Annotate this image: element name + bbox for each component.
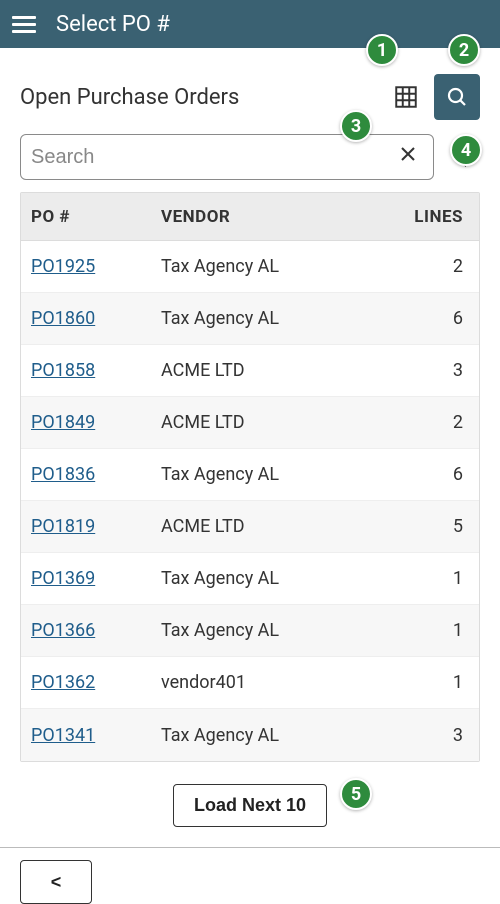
load-next-row: Load Next 10 5 <box>20 774 480 847</box>
clear-search-button[interactable] <box>393 139 423 175</box>
po-link[interactable]: PO1369 <box>31 568 95 589</box>
annotation-5: 5 <box>340 778 372 810</box>
content-area: Open Purchase Orders <box>0 48 500 847</box>
section-heading: Open Purchase Orders <box>20 85 239 110</box>
table-row: PO1858 ACME LTD3 <box>21 345 479 397</box>
table-header: PO # VENDOR LINES <box>21 193 479 241</box>
table-row: PO1366 Tax Agency AL1 <box>21 605 479 657</box>
search-box <box>20 134 434 180</box>
footer: < <box>0 847 500 904</box>
table-body: PO1925Tax Agency AL2PO1860Tax Agency AL6… <box>21 241 479 761</box>
lines-cell: 1 <box>389 568 479 589</box>
load-next-button[interactable]: Load Next 10 <box>173 784 327 827</box>
po-link[interactable]: PO1836 <box>31 464 95 485</box>
topbar: Select PO # <box>0 0 500 48</box>
lines-cell: 1 <box>389 620 479 641</box>
table-row: PO1819 ACME LTD5 <box>21 501 479 553</box>
grid-icon <box>393 84 419 110</box>
lines-cell: 6 <box>389 308 479 329</box>
vendor-cell: Tax Agency AL <box>151 308 389 329</box>
vendor-cell: ACME LTD <box>151 360 389 381</box>
table-row: PO1849 ACME LTD2 <box>21 397 479 449</box>
table-row: PO1341 Tax Agency AL3 <box>21 709 479 761</box>
vendor-cell: ACME LTD <box>151 412 389 433</box>
lines-cell: 3 <box>389 725 479 746</box>
po-link[interactable]: PO1860 <box>31 308 95 329</box>
lines-cell: 2 <box>389 256 479 277</box>
po-link[interactable]: PO1925 <box>31 256 95 277</box>
po-link[interactable]: PO1362 <box>31 672 95 693</box>
vendor-cell: ACME LTD <box>151 516 389 537</box>
vendor-cell: Tax Agency AL <box>151 568 389 589</box>
vendor-cell: Tax Agency AL <box>151 464 389 485</box>
po-link[interactable]: PO1819 <box>31 516 95 537</box>
po-link[interactable]: PO1366 <box>31 620 95 641</box>
col-header-lines[interactable]: LINES <box>389 207 479 227</box>
table-row: PO1860 Tax Agency AL6 <box>21 293 479 345</box>
search-input[interactable] <box>31 146 393 169</box>
heading-actions <box>388 74 480 120</box>
vendor-cell: vendor401 <box>151 672 389 693</box>
close-icon <box>399 145 417 163</box>
table-row: PO1836 Tax Agency AL6 <box>21 449 479 501</box>
page-title: Select PO # <box>56 12 170 37</box>
po-table: PO # VENDOR LINES PO1925Tax Agency AL2PO… <box>20 192 480 762</box>
search-icon <box>445 85 469 109</box>
po-link[interactable]: PO1858 <box>31 360 95 381</box>
vendor-cell: Tax Agency AL <box>151 620 389 641</box>
menu-icon[interactable] <box>12 10 38 38</box>
heading-row: Open Purchase Orders <box>20 74 480 120</box>
grid-view-button[interactable] <box>388 79 424 115</box>
col-header-vendor[interactable]: VENDOR <box>151 207 389 227</box>
po-link[interactable]: PO1849 <box>31 412 95 433</box>
back-button[interactable]: < <box>20 860 92 904</box>
search-row <box>20 134 480 180</box>
search-button[interactable] <box>434 74 480 120</box>
table-row: PO1925 Tax Agency AL2 <box>21 241 479 293</box>
lines-cell: 1 <box>389 672 479 693</box>
lines-cell: 6 <box>389 464 479 485</box>
vendor-cell: Tax Agency AL <box>151 256 389 277</box>
table-row: PO1362 vendor4011 <box>21 657 479 709</box>
po-link[interactable]: PO1341 <box>31 725 95 746</box>
filter-icon <box>451 145 475 169</box>
lines-cell: 3 <box>389 360 479 381</box>
lines-cell: 5 <box>389 516 479 537</box>
vendor-cell: Tax Agency AL <box>151 725 389 746</box>
filter-button[interactable] <box>446 140 480 174</box>
col-header-po[interactable]: PO # <box>21 207 151 227</box>
table-row: PO1369 Tax Agency AL1 <box>21 553 479 605</box>
lines-cell: 2 <box>389 412 479 433</box>
